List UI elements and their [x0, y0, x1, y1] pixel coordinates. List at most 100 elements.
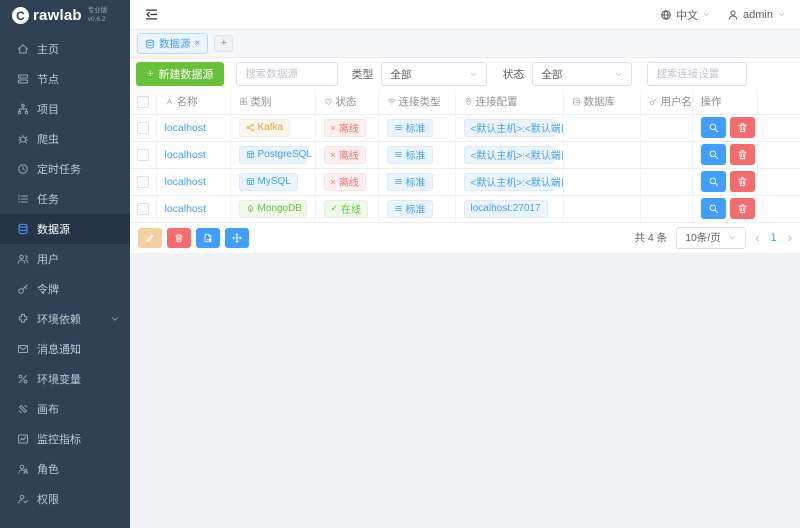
- share-icon: [246, 123, 255, 132]
- trash-icon: [737, 203, 748, 214]
- move-button[interactable]: [225, 228, 249, 248]
- sidebar-item-tokens[interactable]: 令牌: [0, 274, 130, 304]
- view-button[interactable]: [701, 171, 726, 192]
- current-page-button[interactable]: 1: [769, 232, 779, 244]
- sidebar-item-notifications[interactable]: 消息通知: [0, 334, 130, 364]
- sidebar-item-canvas[interactable]: 画布: [0, 394, 130, 424]
- server-icon: [17, 73, 29, 85]
- table-row: localhost PostgreSQL ×离线 标准 <默认主机>:<默认端口…: [130, 141, 800, 168]
- delete-button[interactable]: [730, 198, 755, 219]
- prev-page-button[interactable]: ‹: [755, 230, 759, 245]
- view-button[interactable]: [701, 144, 726, 165]
- tools-icon: [17, 403, 29, 415]
- sidebar-item-spiders[interactable]: 爬虫: [0, 124, 130, 154]
- sidebar-item-projects[interactable]: 项目: [0, 94, 130, 124]
- sitemap-icon: [17, 103, 29, 115]
- add-tab-button[interactable]: +: [214, 35, 233, 52]
- sidebar-item-label: 爬虫: [37, 131, 59, 147]
- arrows-move-icon: [232, 233, 242, 243]
- header-conn-config[interactable]: 连接配置: [455, 90, 563, 114]
- sidebar-item-label: 任务: [37, 191, 59, 207]
- main-area: 中文 admin 数据源 × + +: [130, 0, 800, 528]
- header-name[interactable]: 名称: [156, 90, 230, 114]
- sidebar-item-environment[interactable]: 环境变量: [0, 364, 130, 394]
- sidebar-item-datasources[interactable]: 数据源: [0, 214, 130, 244]
- permission-icon: [17, 493, 29, 505]
- chevron-down-icon: [777, 10, 786, 19]
- trash-icon: [737, 122, 748, 133]
- content-background: [130, 253, 800, 528]
- language-label: 中文: [676, 7, 698, 23]
- datasource-name-link[interactable]: localhost: [165, 203, 206, 215]
- delete-button[interactable]: [730, 171, 755, 192]
- row-checkbox[interactable]: [137, 122, 149, 134]
- sidebar-item-nodes[interactable]: 节点: [0, 64, 130, 94]
- sidebar-item-permissions[interactable]: 权限: [0, 484, 130, 514]
- conn-config-tag: localhost:27017: [464, 200, 548, 218]
- row-checkbox[interactable]: [137, 203, 149, 215]
- cell-username: [640, 195, 692, 222]
- status-filter-select[interactable]: 全部: [532, 62, 632, 86]
- cell-username: [640, 168, 692, 195]
- font-icon: [165, 97, 174, 106]
- sidebar-item-roles[interactable]: 角色: [0, 454, 130, 484]
- offline-x-icon: ×: [331, 177, 336, 187]
- header-conn-type[interactable]: 连接类型: [378, 90, 455, 114]
- view-button[interactable]: [701, 198, 726, 219]
- conn-type-tag: 标准: [387, 200, 433, 218]
- delete-button[interactable]: [730, 117, 755, 138]
- export-button[interactable]: [196, 228, 220, 248]
- category-tag: Kafka: [239, 119, 291, 137]
- file-export-icon: [203, 233, 213, 243]
- tab-datasources[interactable]: 数据源 ×: [137, 33, 208, 54]
- datasource-table: 名称 类别 状态 连接类型 连接配置 数据库 用户名 操作: [130, 90, 800, 223]
- chevron-down-icon: [702, 10, 711, 19]
- username-label: admin: [743, 9, 773, 21]
- header-status[interactable]: 状态: [315, 90, 378, 114]
- sidebar-item-home[interactable]: 主页: [0, 34, 130, 64]
- user-dropdown[interactable]: admin: [727, 9, 786, 21]
- next-page-button[interactable]: ›: [788, 230, 792, 245]
- sidebar-item-schedules[interactable]: 定时任务: [0, 154, 130, 184]
- type-filter-select[interactable]: 全部: [381, 62, 487, 86]
- tab-close-icon[interactable]: ×: [195, 38, 201, 49]
- trash-icon: [174, 233, 184, 243]
- header-category[interactable]: 类别: [230, 90, 315, 114]
- language-dropdown[interactable]: 中文: [660, 7, 711, 23]
- sidebar-item-dependencies[interactable]: 环境依赖: [0, 304, 130, 334]
- conn-config-tag: <默认主机>:<默认端口>: [464, 119, 555, 137]
- tab-label: 数据源: [159, 36, 191, 51]
- brand-name: rawlab: [33, 7, 82, 24]
- edit-selected-button[interactable]: [138, 228, 162, 248]
- bars-icon: [394, 177, 403, 186]
- select-all-checkbox[interactable]: [137, 96, 149, 108]
- sidebar-item-label: 定时任务: [37, 161, 81, 177]
- datasource-name-link[interactable]: localhost: [165, 122, 206, 134]
- search-datasource-input[interactable]: [236, 62, 338, 86]
- sidebar-fold-icon[interactable]: [144, 7, 159, 22]
- table-row: localhost MySQL ×离线 标准 <默认主机>:<默认端口>: [130, 168, 800, 195]
- search-connection-input[interactable]: [647, 62, 747, 86]
- status-filter-label: 状态: [502, 66, 524, 82]
- header-database[interactable]: 数据库: [563, 90, 640, 114]
- sidebar-item-label: 画布: [37, 401, 59, 417]
- header-username[interactable]: 用户名: [640, 90, 692, 114]
- new-datasource-button[interactable]: + 新建数据源: [136, 62, 224, 86]
- delete-selected-button[interactable]: [167, 228, 191, 248]
- delete-button[interactable]: [730, 144, 755, 165]
- header-filler: [757, 90, 800, 114]
- sidebar-item-tasks[interactable]: 任务: [0, 184, 130, 214]
- app-window: C rawlab 专业版v0.6.2 主页 节点 项目 爬虫 定时任务 任务 数…: [0, 0, 800, 528]
- sidebar-item-label: 角色: [37, 461, 59, 477]
- row-checkbox[interactable]: [137, 176, 149, 188]
- sidebar-item-metrics[interactable]: 监控指标: [0, 424, 130, 454]
- page-size-select[interactable]: 10条/页: [676, 227, 746, 249]
- datasource-name-link[interactable]: localhost: [165, 176, 206, 188]
- new-datasource-label: 新建数据源: [158, 66, 213, 82]
- sidebar-item-label: 权限: [37, 491, 59, 507]
- datasource-name-link[interactable]: localhost: [165, 149, 206, 161]
- view-button[interactable]: [701, 117, 726, 138]
- users-icon: [17, 253, 29, 265]
- row-checkbox[interactable]: [137, 149, 149, 161]
- sidebar-item-users[interactable]: 用户: [0, 244, 130, 274]
